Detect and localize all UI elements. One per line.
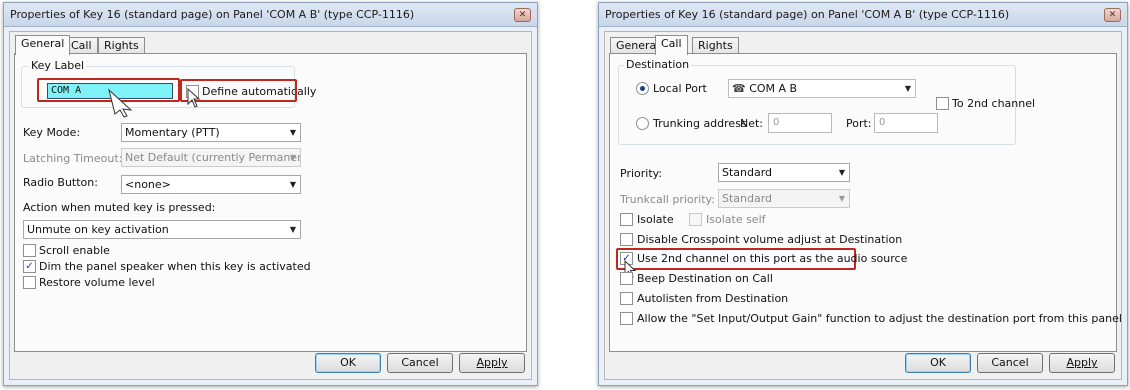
call-tab-page: Destination Local Port ☎ COM A B ▼ To 2n… [609,53,1122,352]
latching-timeout-select: Net Default (currently Permanent) ▼ [121,148,301,167]
radio-button-select[interactable]: <none> ▼ [121,175,301,194]
priority-value: Standard [722,166,773,179]
local-port-select[interactable]: ☎ COM A B ▼ [728,79,916,98]
tab-rights[interactable]: Rights [98,37,145,54]
trunking-address-radio[interactable] [636,117,649,130]
trunkcall-priority-label: Trunkcall priority: [620,193,715,206]
port-input[interactable]: 0 [874,113,938,133]
action-muted-select[interactable]: Unmute on key activation ▼ [23,220,301,239]
trunkcall-priority-value: Standard [722,192,773,205]
dim-speaker-label: Dim the panel speaker when this key is a… [39,260,311,273]
ok-button[interactable]: OK [905,353,971,373]
mouse-pointer-icon [108,88,133,118]
allow-gain-checkbox[interactable] [620,312,633,325]
action-muted-value: Unmute on key activation [27,223,169,236]
properties-dialog-call: Properties of Key 16 (standard page) on … [598,2,1128,386]
chevron-down-icon: ▼ [838,168,845,177]
scroll-enable-label: Scroll enable [39,244,110,257]
autolisten-label: Autolisten from Destination [637,292,789,305]
chevron-down-icon: ▼ [289,180,296,189]
beep-destination-checkbox[interactable] [620,272,633,285]
apply-button[interactable]: Apply [459,353,525,373]
isolate-label: Isolate [637,213,674,226]
cancel-button[interactable]: Cancel [387,353,453,373]
chevron-down-icon: ▼ [904,84,911,93]
cancel-button[interactable]: Cancel [977,353,1043,373]
scroll-enable-checkbox[interactable] [23,244,36,257]
local-port-value: COM A B [749,82,798,95]
isolate-self-label: Isolate self [706,213,766,226]
radio-button-value: <none> [125,178,171,191]
disable-crosspoint-label: Disable Crosspoint volume adjust at Dest… [637,233,903,246]
radio-button-label: Radio Button: [23,176,98,189]
isolate-self-checkbox [689,213,702,226]
isolate-checkbox[interactable] [620,213,633,226]
chevron-down-icon: ▼ [838,194,845,203]
disable-crosspoint-checkbox[interactable] [620,233,633,246]
net-label: Net: [740,117,764,130]
net-input[interactable]: 0 [768,113,832,133]
dialog-button-row: OK Cancel Apply [905,353,1115,373]
dialog-client: General Call Rights Key Label COM A Defi… [9,31,532,380]
chevron-down-icon: ▼ [289,225,296,234]
priority-select[interactable]: Standard ▼ [718,163,850,182]
autolisten-checkbox[interactable] [620,292,633,305]
close-icon[interactable]: ✕ [1104,8,1121,22]
trunkcall-priority-select: Standard ▼ [718,189,850,208]
latching-timeout-value: Net Default (currently Permanent) [125,151,301,164]
key-mode-select[interactable]: Momentary (PTT) ▼ [121,123,301,142]
properties-dialog-general: Properties of Key 16 (standard page) on … [3,2,538,386]
close-icon[interactable]: ✕ [514,8,531,22]
cursor-arrow-icon [187,88,201,108]
to-2nd-channel-checkbox[interactable] [936,97,949,110]
key-label-group-title: Key Label [29,59,87,72]
trunking-address-label: Trunking address [653,117,747,130]
dialog-client: General Call Rights Destination Local Po… [604,31,1122,380]
key-mode-value: Momentary (PTT) [125,126,220,139]
port-label: Port: [846,117,872,130]
beep-destination-label: Beep Destination on Call [637,272,773,285]
restore-volume-checkbox[interactable] [23,276,36,289]
tab-general[interactable]: General [15,35,71,55]
apply-button[interactable]: Apply [1049,353,1115,373]
tab-call[interactable]: Call [655,35,688,55]
dialog-button-row: OK Cancel Apply [315,353,525,373]
latching-timeout-label: Latching Timeout: [23,152,123,165]
key-mode-label: Key Mode: [23,126,81,139]
allow-gain-label: Allow the "Set Input/Output Gain" functi… [637,312,1122,325]
local-port-radio[interactable] [636,82,649,95]
priority-label: Priority: [620,167,663,180]
restore-volume-label: Restore volume level [39,276,155,289]
dialog-title: Properties of Key 16 (standard page) on … [599,3,1127,27]
dim-speaker-checkbox[interactable]: ✓ [23,260,36,273]
dialog-title: Properties of Key 16 (standard page) on … [4,3,537,27]
tab-rights[interactable]: Rights [692,37,739,54]
chevron-down-icon: ▼ [289,153,296,162]
phone-icon: ☎ [732,82,746,95]
action-muted-label: Action when muted key is pressed: [23,201,216,214]
local-port-label: Local Port [653,82,707,95]
general-tab-page: Key Label COM A Define automatically Key… [14,53,527,352]
chevron-down-icon: ▼ [289,128,296,137]
to-2nd-channel-label: To 2nd channel [952,97,1036,110]
use-2nd-channel-label: Use 2nd channel on this port as the audi… [637,252,908,265]
ok-button[interactable]: OK [315,353,381,373]
destination-group-title: Destination [624,58,692,71]
